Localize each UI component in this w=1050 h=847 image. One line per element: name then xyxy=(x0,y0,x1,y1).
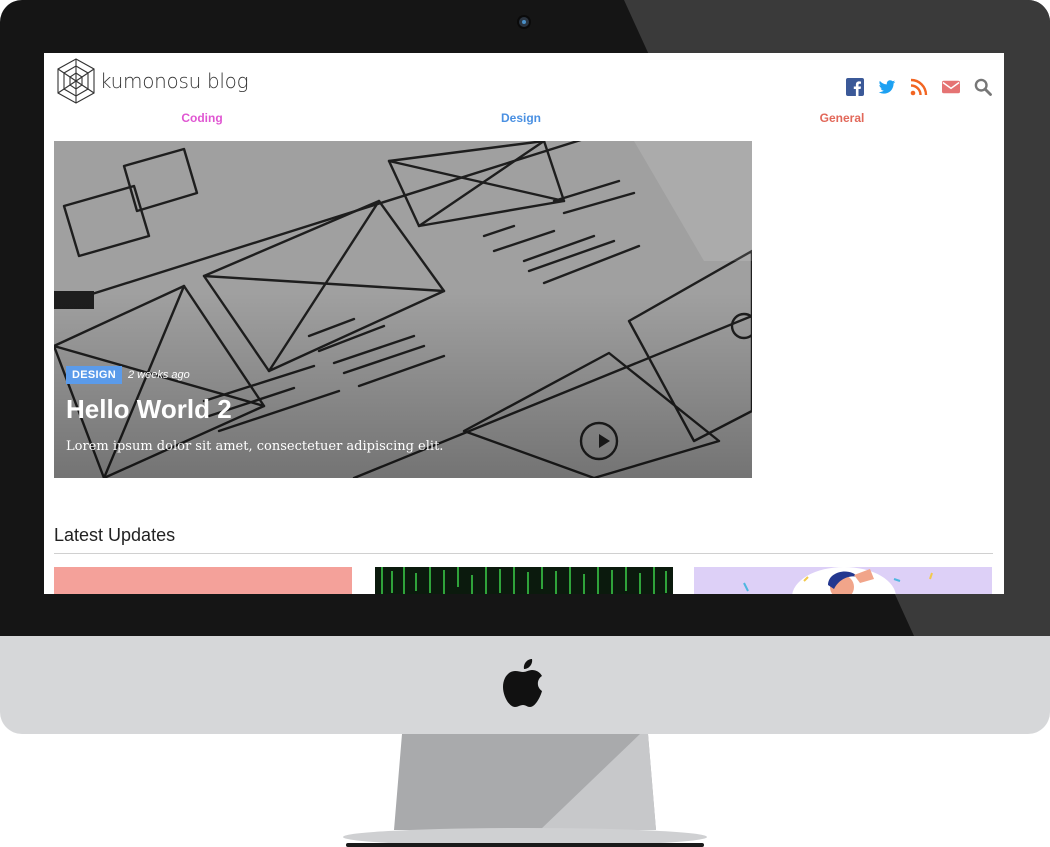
hero-overlay xyxy=(54,141,752,478)
matrix-code-image xyxy=(381,567,667,594)
post-card-thumbnail[interactable] xyxy=(54,567,352,594)
category-nav: Coding Design General xyxy=(44,111,1004,129)
imac-monitor: kumonosu blog Coding Design General DESI… xyxy=(0,0,1050,636)
post-title[interactable]: Hello World 2 xyxy=(66,394,232,425)
imac-stand xyxy=(343,734,707,847)
blog-name: kumonosu blog xyxy=(100,69,249,93)
featured-post[interactable]: DESIGN 2 weeks ago Hello World 2 Lorem i… xyxy=(54,141,752,478)
post-card-thumbnail[interactable] xyxy=(375,567,673,594)
twitter-icon[interactable] xyxy=(878,78,896,96)
camera-icon xyxy=(519,17,529,27)
post-card-thumbnail[interactable] xyxy=(694,567,992,594)
facebook-icon[interactable] xyxy=(846,78,864,96)
section-divider xyxy=(54,553,993,554)
post-excerpt: Lorem ipsum dolor sit amet, consectetuer… xyxy=(66,439,444,454)
post-date: 2 weeks ago xyxy=(128,369,190,381)
nav-coding[interactable]: Coding xyxy=(181,111,222,125)
latest-updates-title: Latest Updates xyxy=(54,525,176,545)
social-links xyxy=(846,78,992,96)
category-badge[interactable]: DESIGN xyxy=(66,366,122,384)
browser-screen: kumonosu blog Coding Design General DESI… xyxy=(44,53,1004,594)
apple-logo-icon xyxy=(503,659,542,707)
mail-icon[interactable] xyxy=(942,78,960,96)
nav-design[interactable]: Design xyxy=(501,111,541,125)
blog-logo[interactable]: kumonosu blog xyxy=(54,57,249,105)
rss-icon[interactable] xyxy=(910,78,928,96)
illustration-person-image xyxy=(743,567,933,594)
nav-general[interactable]: General xyxy=(820,111,865,125)
search-icon[interactable] xyxy=(974,78,992,96)
spiderweb-icon xyxy=(57,58,95,104)
